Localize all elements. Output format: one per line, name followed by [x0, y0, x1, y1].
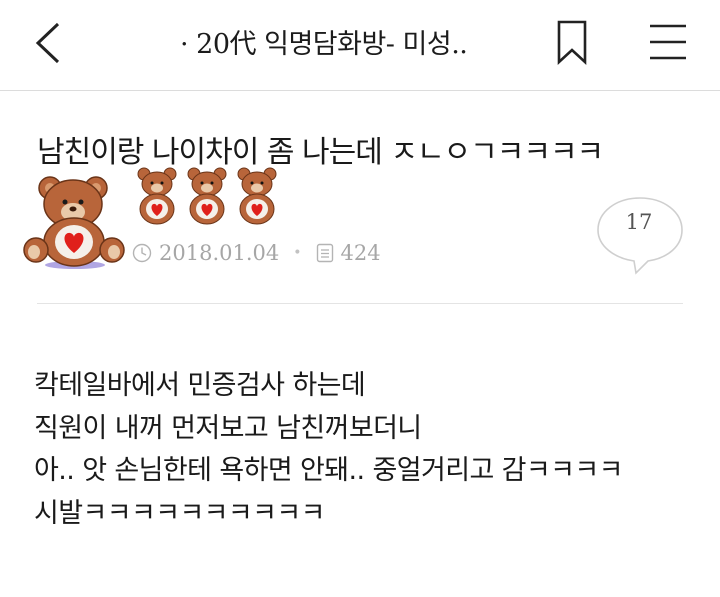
- bookmark-icon[interactable]: [548, 16, 596, 68]
- body-line: 시발ㅋㅋㅋㅋㅋㅋㅋㅋㅋㅋ: [34, 497, 325, 529]
- post-body: 칵테일바에서 민증검사 하는데 직원이 내꺼 먼저보고 남친꺼보더니 아.. 앗…: [34, 365, 704, 535]
- divider: [37, 303, 683, 304]
- teddy-bear-badge: [237, 167, 277, 225]
- post-title: 남친이랑 나이차이 좀 나는데 ㅈㄴㅇㄱㅋㅋㅋㅋ: [37, 135, 604, 170]
- teddy-bear-badge: [187, 167, 227, 225]
- teddy-bear-badge: [137, 167, 177, 225]
- meta-separator: •: [293, 245, 302, 261]
- post-meta: 2018.01.04 • 424: [132, 236, 381, 270]
- body-line: 아.. 앗 손님한테 욕하면 안돼.. 중얼거리고 감ㅋㅋㅋㅋ: [34, 455, 623, 486]
- back-chevron-icon[interactable]: [24, 18, 74, 68]
- speech-bubble-icon[interactable]: [594, 194, 686, 276]
- document-icon: [316, 243, 333, 263]
- clock-icon: [132, 243, 152, 263]
- body-line: 칵테일바에서 민증검사 하는데: [34, 370, 366, 401]
- top-bar: · 20代 익명담화방- 미성..: [0, 0, 720, 91]
- board-title[interactable]: · 20代 익명담화방- 미성..: [180, 22, 468, 61]
- view-count: 424: [340, 241, 381, 265]
- hamburger-menu-icon[interactable]: [640, 18, 694, 66]
- teddy-bear-badges: [137, 167, 277, 225]
- body-line: 직원이 내꺼 먼저보고 남친꺼보더니: [34, 412, 422, 444]
- post-date: 2018.01.04: [159, 241, 280, 265]
- comment-count[interactable]: 17: [594, 210, 684, 234]
- teddy-bear-avatar[interactable]: [22, 170, 128, 270]
